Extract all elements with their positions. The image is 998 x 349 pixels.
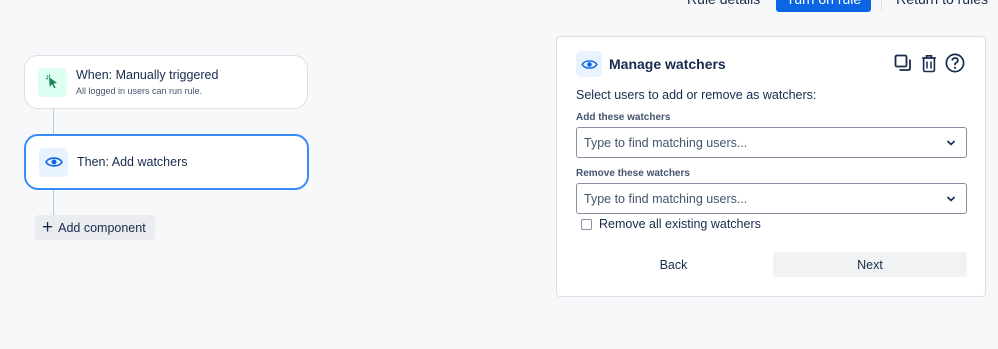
rule-details-button[interactable]: Rule details <box>677 0 770 11</box>
next-button[interactable]: Next <box>773 252 967 277</box>
flow-connector <box>53 190 54 216</box>
back-button[interactable]: Back <box>577 252 770 277</box>
trigger-title: When: Manually triggered <box>76 68 219 82</box>
eye-icon <box>39 147 68 177</box>
top-toolbar: Rule details Turn on rule Return to rule… <box>677 0 998 12</box>
cursor-click-icon <box>38 67 67 97</box>
chevron-down-icon <box>946 196 956 202</box>
turn-on-rule-button[interactable]: Turn on rule <box>776 0 872 12</box>
remove-watchers-select[interactable]: Type to find matching users... <box>576 183 967 214</box>
remove-watchers-label: Remove these watchers <box>576 168 690 179</box>
help-icon[interactable] <box>945 52 965 74</box>
remove-all-checkbox[interactable] <box>581 218 592 230</box>
action-title: Then: Add watchers <box>77 155 188 169</box>
add-watchers-label: Add these watchers <box>576 112 671 123</box>
eye-icon <box>576 51 602 77</box>
add-watchers-select[interactable]: Type to find matching users... <box>576 127 967 158</box>
panel-actions <box>893 52 965 74</box>
remove-all-row[interactable]: Remove all existing watchers <box>581 217 761 231</box>
action-card[interactable]: Then: Add watchers <box>24 134 309 190</box>
flow-connector <box>53 109 54 135</box>
panel-instruction: Select users to add or remove as watcher… <box>576 88 817 102</box>
panel-title: Manage watchers <box>609 56 726 72</box>
add-component-button[interactable]: + Add component <box>35 215 155 240</box>
toolbar-divider <box>881 0 883 11</box>
panel-header: Manage watchers <box>576 51 726 77</box>
chevron-down-icon <box>946 140 956 146</box>
return-to-rules-button[interactable]: Return to rules <box>886 0 998 11</box>
copy-icon[interactable] <box>893 52 913 74</box>
add-component-label: Add component <box>58 220 146 235</box>
trigger-subtitle: All logged in users can run rule. <box>76 86 203 96</box>
remove-watchers-placeholder: Type to find matching users... <box>584 191 748 206</box>
add-watchers-placeholder: Type to find matching users... <box>584 135 748 150</box>
trash-icon[interactable] <box>919 52 939 74</box>
remove-all-label: Remove all existing watchers <box>599 217 761 231</box>
plus-icon: + <box>42 217 54 238</box>
trigger-card[interactable]: When: Manually triggered All logged in u… <box>24 55 308 109</box>
manage-watchers-panel: Manage watchers Select users to add or r… <box>556 36 986 297</box>
